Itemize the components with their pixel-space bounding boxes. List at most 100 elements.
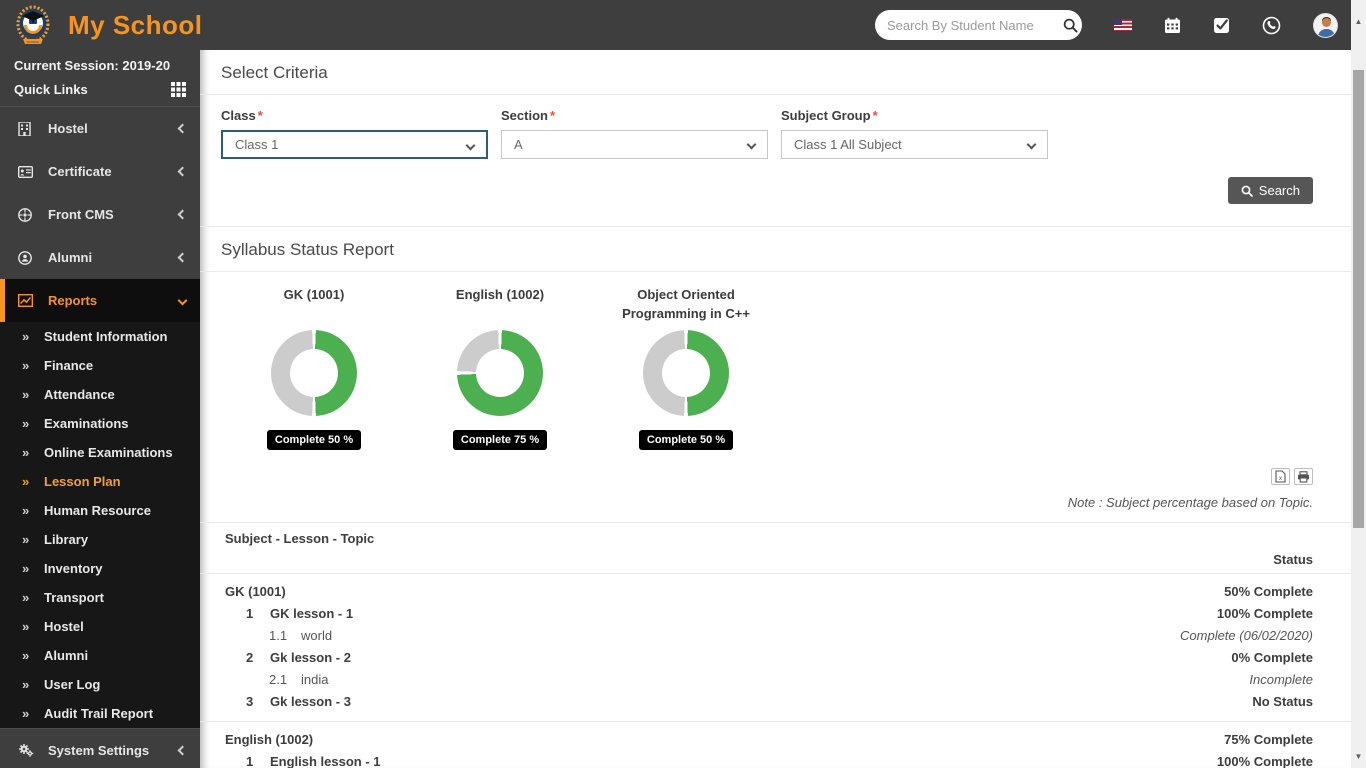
submenu-item-finance[interactable]: »Finance (0, 351, 200, 380)
double-chevron-icon: » (22, 503, 44, 518)
submenu-item-human-resource[interactable]: »Human Resource (0, 496, 200, 525)
lesson-row: 3Gk lesson - 3 No Status (221, 690, 1313, 712)
status-value: 50% Complete (1224, 578, 1313, 599)
lesson-row: 2Gk lesson - 2 0% Complete (221, 646, 1313, 668)
double-chevron-icon: » (22, 677, 44, 692)
chart-title: English (1002) (420, 286, 580, 326)
main-content: Select Criteria Class* Class 1 Section* … (200, 50, 1351, 768)
language-flag-icon[interactable] (1114, 19, 1132, 31)
grid-icon[interactable] (171, 82, 186, 97)
chevron-left-icon (178, 210, 188, 220)
donut-chart-gk: GK (1001) Complete 50 % (221, 286, 407, 450)
double-chevron-icon: » (22, 648, 44, 663)
submenu-item-lesson-plan[interactable]: »Lesson Plan (0, 467, 200, 496)
topic-row: 1.1world Complete (06/02/2020) (221, 624, 1313, 646)
double-chevron-icon: » (22, 416, 44, 431)
donut-chart-oop: Object Oriented Programming in C++ Compl… (593, 286, 779, 450)
print-button[interactable] (1294, 468, 1313, 485)
submenu-item-transport[interactable]: »Transport (0, 583, 200, 612)
submenu-item-hostel[interactable]: »Hostel (0, 612, 200, 641)
scroll-down-arrow[interactable]: ▼ (1351, 749, 1366, 764)
submenu-item-audit-trail-report[interactable]: »Audit Trail Report (0, 699, 200, 728)
gears-icon (18, 743, 34, 757)
double-chevron-icon: » (22, 706, 44, 721)
subject-row: English (1002) 75% Complete (221, 722, 1313, 750)
required-mark: * (550, 108, 555, 123)
double-chevron-icon: » (22, 474, 44, 489)
svg-text:SCHOOL: SCHOOL (27, 40, 40, 44)
status-value: 100% Complete (1217, 606, 1313, 621)
sidebar-item-reports[interactable]: Reports (0, 279, 200, 322)
sidebar-item-label: Front CMS (48, 207, 179, 222)
sidebar-item-label: Certificate (48, 164, 179, 179)
chevron-left-icon (178, 745, 188, 755)
search-input[interactable] (887, 18, 1063, 33)
complete-badge: Complete 50 % (639, 430, 733, 450)
subject-group-select[interactable]: Class 1 All Subject (781, 130, 1048, 159)
double-chevron-icon: » (22, 445, 44, 460)
class-label: Class (221, 108, 256, 123)
sidebar-item-system-settings[interactable]: System Settings (0, 728, 200, 768)
section-field: Section* A (501, 108, 768, 159)
sidebar-item-front-cms[interactable]: Front CMS (0, 193, 200, 236)
status-value: Complete (06/02/2020) (1180, 628, 1313, 643)
donut-charts: GK (1001) Complete 50 % English (1002) C… (221, 272, 1313, 454)
current-session-label: Current Session: 2019-20 (0, 50, 200, 75)
vertical-scrollbar: ▲ ▼ (1351, 0, 1366, 768)
student-search[interactable] (875, 10, 1082, 40)
task-check-icon[interactable] (1213, 17, 1230, 34)
subject-group-field: Subject Group* Class 1 All Subject (781, 108, 1048, 159)
submenu-item-attendance[interactable]: »Attendance (0, 380, 200, 409)
sidebar-item-hostel[interactable]: Hostel (0, 107, 200, 150)
calendar-icon[interactable] (1164, 17, 1181, 34)
search-icon[interactable] (1063, 18, 1078, 33)
complete-badge: Complete 75 % (453, 430, 547, 450)
submenu-item-library[interactable]: »Library (0, 525, 200, 554)
app-root: SCHOOL My School (0, 0, 1366, 768)
building-icon (18, 122, 34, 136)
submenu-item-user-log[interactable]: »User Log (0, 670, 200, 699)
submenu-item-student-information[interactable]: »Student Information (0, 322, 200, 351)
school-logo-icon: SCHOOL (12, 3, 54, 47)
topic-row: 2.1india Incomplete (221, 668, 1313, 690)
graduate-icon (18, 251, 34, 265)
export-toolbar: x (221, 454, 1313, 489)
criteria-fields: Class* Class 1 Section* A Subject Group* (221, 95, 1313, 159)
chevron-left-icon (178, 167, 188, 177)
chevron-left-icon (178, 124, 188, 134)
quick-links-label: Quick Links (14, 82, 88, 97)
donut-gk[interactable] (271, 330, 357, 416)
quick-links[interactable]: Quick Links (0, 75, 200, 107)
class-select[interactable]: Class 1 (221, 130, 488, 159)
user-avatar[interactable] (1313, 13, 1338, 38)
double-chevron-icon: » (22, 619, 44, 634)
whatsapp-icon[interactable] (1262, 16, 1281, 35)
sidebar-item-certificate[interactable]: Certificate (0, 150, 200, 193)
reports-submenu: »Student Information »Finance »Attendanc… (0, 322, 200, 728)
donut-oop[interactable] (643, 330, 729, 416)
donut-english[interactable] (457, 330, 543, 416)
status-value: 0% Complete (1231, 650, 1313, 665)
id-card-icon (18, 166, 34, 178)
submenu-item-examinations[interactable]: »Examinations (0, 409, 200, 438)
section-select[interactable]: A (501, 130, 768, 159)
submenu-item-alumni[interactable]: »Alumni (0, 641, 200, 670)
submenu-item-online-examinations[interactable]: »Online Examinations (0, 438, 200, 467)
section-label: Section (501, 108, 548, 123)
sidebar-item-label: Alumni (48, 250, 179, 265)
status-value: 100% Complete (1217, 754, 1313, 768)
export-excel-button[interactable]: x (1271, 468, 1290, 485)
col-status: Status (221, 546, 1313, 567)
double-chevron-icon: » (22, 358, 44, 373)
scroll-up-arrow[interactable]: ▲ (1351, 14, 1366, 29)
sidebar-item-alumni[interactable]: Alumni (0, 236, 200, 279)
search-button[interactable]: Search (1228, 177, 1313, 204)
status-value: No Status (1252, 694, 1313, 709)
scrollbar-thumb[interactable] (1353, 70, 1364, 528)
required-mark: * (258, 108, 263, 123)
sidebar: Current Session: 2019-20 Quick Links Hos… (0, 50, 200, 768)
app-title: My School (68, 10, 203, 41)
lesson-row: 1GK lesson - 1 100% Complete (221, 602, 1313, 624)
double-chevron-icon: » (22, 532, 44, 547)
submenu-item-inventory[interactable]: »Inventory (0, 554, 200, 583)
